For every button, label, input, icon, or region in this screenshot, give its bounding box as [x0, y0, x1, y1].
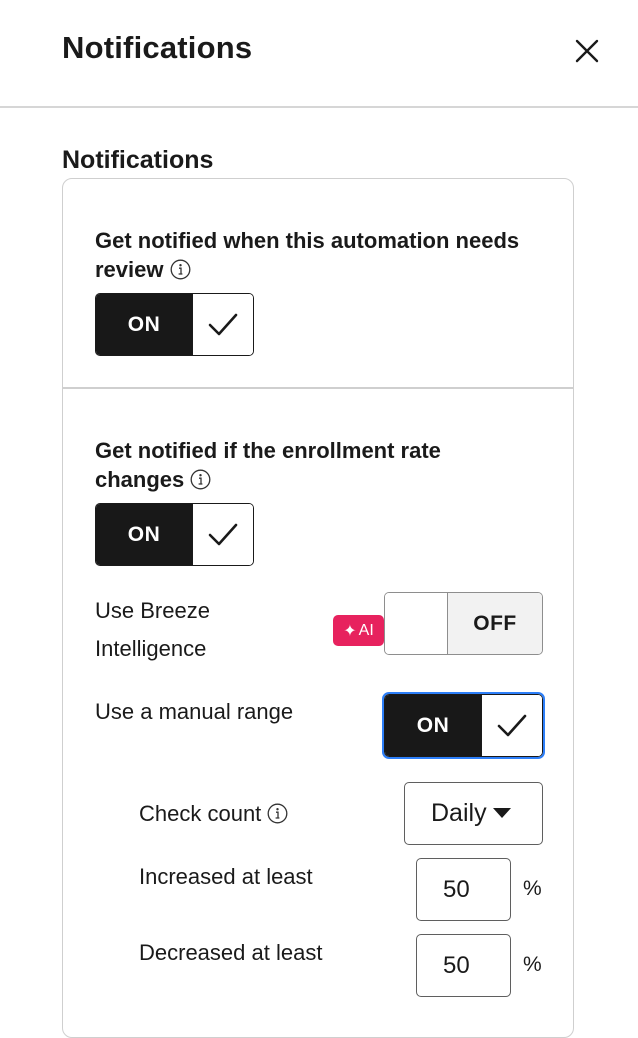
decreased-unit: % — [523, 953, 542, 976]
check-icon — [192, 294, 253, 355]
section-title: Notifications — [62, 146, 214, 174]
check-icon — [192, 504, 253, 565]
review-notification-text: Get notified when this automation needs … — [95, 228, 520, 282]
sparkle-icon: ✦ — [343, 622, 357, 640]
check-count-select[interactable]: Daily — [404, 782, 543, 845]
toggle-on-label: ON — [96, 294, 192, 355]
info-icon[interactable] — [190, 468, 211, 490]
panel-header: Notifications — [0, 0, 638, 108]
enrollment-notification-text: Get notified if the enrollment rate chan… — [95, 438, 441, 492]
breeze-label-line2: Intelligence — [95, 636, 207, 661]
check-icon — [481, 695, 542, 756]
increased-unit: % — [523, 877, 542, 900]
ai-badge: ✦ AI — [333, 615, 384, 646]
caret-down-icon — [492, 807, 511, 818]
info-icon[interactable] — [170, 258, 191, 280]
check-count-text: Check count — [139, 801, 262, 826]
check-count-value: Daily — [431, 799, 487, 827]
enrollment-notification-label: Get notified if the enrollment rate chan… — [95, 436, 535, 494]
decreased-label: Decreased at least — [139, 940, 323, 965]
manual-range-toggle[interactable]: ON — [382, 692, 545, 759]
enrollment-notification-toggle[interactable]: ON — [95, 503, 254, 566]
panel-title: Notifications — [62, 30, 253, 65]
close-icon[interactable] — [570, 34, 604, 68]
decreased-input[interactable]: 50 — [416, 934, 511, 997]
review-notification-toggle[interactable]: ON — [95, 293, 254, 356]
toggle-off-label: OFF — [448, 593, 542, 654]
increased-input[interactable]: 50 — [416, 858, 511, 921]
info-icon[interactable] — [267, 798, 288, 824]
card-divider — [63, 387, 574, 389]
breeze-intelligence-toggle[interactable]: OFF — [384, 592, 543, 655]
manual-range-label: Use a manual range — [95, 699, 294, 724]
check-count-label: Check count — [139, 795, 288, 833]
increased-label: Increased at least — [139, 864, 313, 889]
ai-badge-label: AI — [358, 621, 374, 639]
toggle-on-label: ON — [96, 504, 192, 565]
review-notification-label: Get notified when this automation needs … — [95, 226, 535, 284]
toggle-on-label: ON — [385, 695, 481, 756]
breeze-label-line1: Use Breeze — [95, 598, 210, 623]
